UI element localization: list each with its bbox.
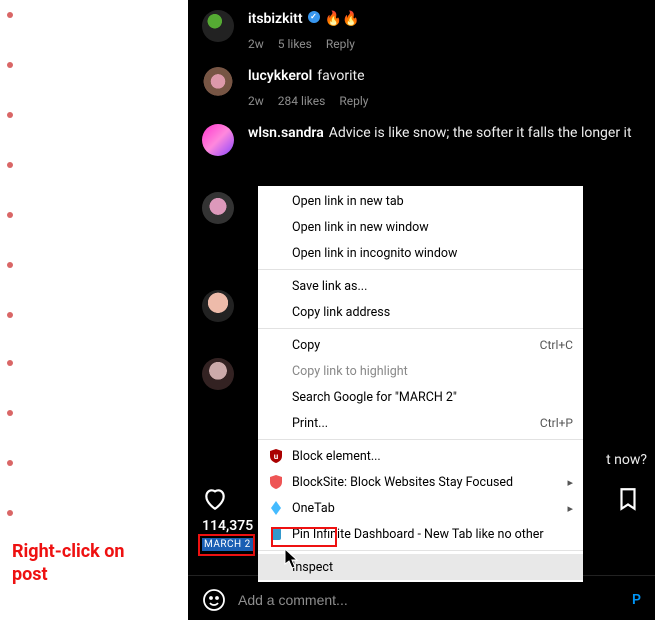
avatar[interactable]	[202, 10, 234, 42]
ctx-search-google[interactable]: Search Google for "MARCH 2"	[258, 384, 583, 410]
ctx-separator	[258, 439, 583, 440]
ctx-separator	[258, 328, 583, 329]
ctx-copy-link-highlight: Copy link to highlight	[258, 358, 583, 384]
comment-username[interactable]: itsbizkitt	[248, 10, 303, 29]
ctx-onetab[interactable]: OneTab ▸	[258, 495, 583, 521]
ctx-open-new-window[interactable]: Open link in new window	[258, 214, 583, 240]
add-comment-row: P	[188, 575, 655, 624]
ctx-separator	[258, 550, 583, 551]
partial-comment-tail: t now?	[606, 452, 647, 468]
comment-username[interactable]: lucykkerol	[248, 67, 312, 86]
ctx-separator	[258, 269, 583, 270]
avatar[interactable]	[202, 67, 234, 99]
ublock-icon: u	[268, 448, 284, 464]
ctx-copy-link-address[interactable]: Copy link address	[258, 299, 583, 325]
ctx-open-incognito[interactable]: Open link in incognito window	[258, 240, 583, 266]
avatar[interactable]	[202, 290, 234, 322]
infinite-icon	[268, 526, 284, 542]
post-date-link[interactable]: MARCH 2	[202, 538, 253, 551]
ctx-pin-infinite[interactable]: Pin Infinite Dashboard - New Tab like no…	[258, 521, 583, 547]
ctx-copy[interactable]: Copy Ctrl+C	[258, 332, 583, 358]
post-button[interactable]: P	[632, 592, 641, 608]
ctx-save-link-as[interactable]: Save link as...	[258, 273, 583, 299]
bookmark-icon[interactable]	[615, 486, 641, 512]
annotation-text: Right-click on post	[12, 540, 124, 587]
ctx-shortcut: Ctrl+P	[540, 416, 573, 430]
likes-count[interactable]: 114,375	[202, 518, 253, 534]
comment-likes[interactable]: 5 likes	[278, 37, 312, 51]
submenu-arrow-icon: ▸	[567, 476, 573, 489]
onetab-icon	[268, 500, 284, 516]
context-menu: Open link in new tab Open link in new wi…	[258, 186, 583, 582]
avatar[interactable]	[202, 358, 234, 390]
submenu-arrow-icon: ▸	[567, 502, 573, 515]
comment-age[interactable]: 2w	[248, 94, 264, 108]
blocksite-icon	[268, 474, 284, 490]
verified-badge-icon	[308, 11, 320, 23]
comment-input[interactable]	[238, 592, 620, 608]
left-gutter: Right-click on post	[0, 0, 188, 620]
svg-text:u: u	[274, 452, 279, 461]
comment-row: itsbizkitt 🔥🔥 2w 5 likes Reply	[188, 0, 655, 57]
comment-reply[interactable]: Reply	[339, 94, 368, 108]
ctx-open-new-tab[interactable]: Open link in new tab	[258, 188, 583, 214]
ctx-inspect[interactable]: Inspect	[258, 554, 583, 580]
avatar[interactable]	[202, 124, 234, 156]
comment-text: Advice is like snow; the softer it falls…	[329, 124, 632, 143]
heart-icon[interactable]	[202, 486, 228, 512]
comment-row: wlsn.sandra Advice is like snow; the sof…	[188, 114, 655, 162]
ctx-print[interactable]: Print... Ctrl+P	[258, 410, 583, 436]
comment-age[interactable]: 2w	[248, 37, 264, 51]
comment-reply[interactable]: Reply	[326, 37, 355, 51]
ctx-block-element[interactable]: u Block element...	[258, 443, 583, 469]
comment-row: lucykkerol favorite 2w 284 likes Reply	[188, 57, 655, 114]
comment-text: 🔥🔥	[325, 10, 360, 29]
avatar[interactable]	[202, 192, 234, 224]
ctx-blocksite[interactable]: BlockSite: Block Websites Stay Focused ▸	[258, 469, 583, 495]
decorative-dots	[0, 0, 24, 620]
comment-username[interactable]: wlsn.sandra	[248, 124, 324, 143]
comment-likes[interactable]: 284 likes	[278, 94, 326, 108]
ctx-shortcut: Ctrl+C	[540, 338, 573, 352]
emoji-icon[interactable]	[202, 588, 226, 612]
comment-text: favorite	[317, 67, 364, 86]
